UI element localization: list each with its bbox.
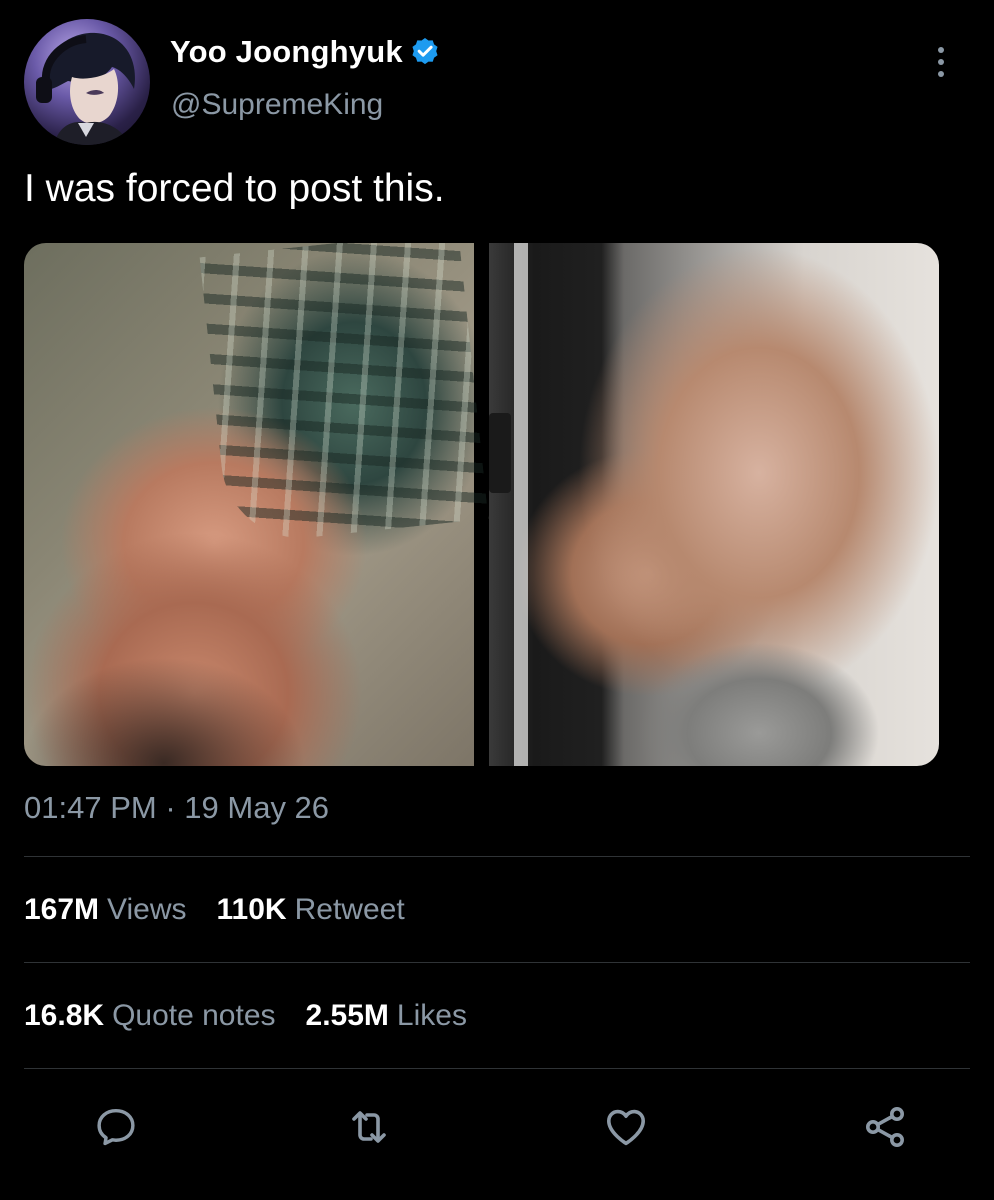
avatar-image: [36, 32, 135, 145]
retweets-count: 110K: [216, 893, 287, 926]
likes-label: Likes: [396, 999, 467, 1032]
heart-icon: [607, 1109, 645, 1146]
retweets-stat[interactable]: 110K Retweet: [217, 893, 405, 927]
views-label: Views: [107, 893, 187, 926]
likes-count: 2.55M: [305, 999, 389, 1032]
likes-stat[interactable]: 2.55M Likes: [306, 999, 467, 1033]
tweet-time: 01:47 PM: [24, 790, 157, 825]
retweets-label: Retweet: [294, 893, 405, 926]
more-dot-icon: [938, 71, 944, 77]
retweet-button[interactable]: [342, 1100, 396, 1154]
stats-row-quotes-likes: 16.8K Quote notes 2.55M Likes: [24, 999, 467, 1033]
photo-shirtless-torso[interactable]: [24, 243, 489, 766]
quotes-label: Quote notes: [112, 999, 276, 1032]
share-button[interactable]: [858, 1100, 912, 1154]
more-options-button[interactable]: [926, 40, 956, 84]
tweet-timestamp[interactable]: 01:47 PM · 19 May 26: [24, 790, 329, 826]
door-frame-graphic: [514, 243, 528, 766]
quotes-stat[interactable]: 16.8K Quote notes: [24, 999, 276, 1033]
share-icon: [866, 1107, 904, 1147]
more-dot-icon: [938, 59, 944, 65]
phone-graphic: [489, 413, 511, 493]
display-name[interactable]: Yoo Joonghyuk: [170, 34, 403, 70]
plaid-shirt-graphic: [199, 243, 489, 546]
author-name-row: Yoo Joonghyuk: [170, 34, 441, 70]
more-dot-icon: [938, 47, 944, 53]
media-gallery: [24, 243, 939, 766]
views-count: 167M: [24, 893, 100, 926]
tweet-text: I was forced to post this.: [24, 167, 445, 210]
photo-muscular-back-mirror[interactable]: [489, 243, 939, 766]
stats-row-views-retweets: 167M Views 110K Retweet: [24, 893, 405, 927]
like-button[interactable]: [599, 1100, 653, 1154]
tweet-date: 19 May 26: [184, 790, 330, 825]
divider: [24, 856, 970, 857]
verified-badge-icon: [409, 36, 441, 68]
reply-button[interactable]: [89, 1100, 143, 1154]
views-stat[interactable]: 167M Views: [24, 893, 187, 927]
timestamp-separator: ·: [165, 790, 176, 825]
comment-icon: [97, 1108, 135, 1146]
retweet-icon: [352, 1111, 386, 1143]
quotes-count: 16.8K: [24, 999, 105, 1032]
avatar[interactable]: [24, 19, 150, 145]
divider: [24, 962, 970, 963]
divider: [24, 1068, 970, 1069]
author-handle[interactable]: @SupremeKing: [171, 88, 383, 122]
tweet-detail: Yoo Joonghyuk @SupremeKing I was forced …: [0, 0, 994, 1200]
